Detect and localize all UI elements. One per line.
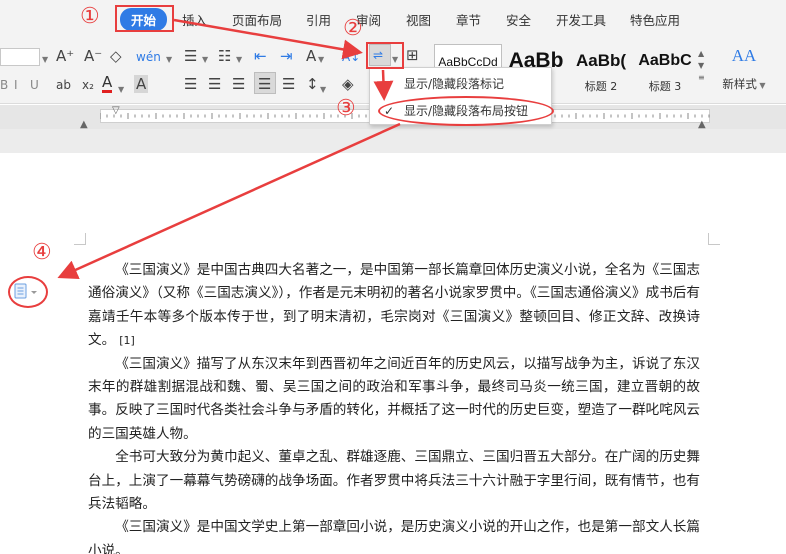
table-border-icon[interactable]: ⊞: [406, 46, 419, 64]
scroll-up-icon[interactable]: ▲: [698, 48, 710, 60]
eraser-icon[interactable]: ◇: [110, 47, 122, 65]
font-color-icon[interactable]: A: [102, 75, 113, 93]
paragraph-1: 《三国演义》是中国古典四大名著之一，是中国第一部长篇章回体历史演义小说，全名为《…: [88, 262, 700, 349]
reference-mark[interactable]: [1]: [119, 334, 135, 347]
tab-view[interactable]: 视图: [406, 10, 431, 29]
strikethrough-icon[interactable]: ab: [56, 76, 71, 94]
tab-chapter[interactable]: 章节: [456, 10, 481, 29]
gallery-more-icon[interactable]: ≡: [698, 72, 710, 84]
paragraph-4: 《三国演义》是中国文学史上第一部章回小说，是历史演义小说的开山之作，也是第一部文…: [88, 519, 700, 554]
text-direction-icon[interactable]: A: [306, 47, 316, 65]
align-left-icon[interactable]: ☰: [184, 75, 197, 93]
margin-corner-top-left: [74, 233, 86, 245]
text-direction-dropdown-icon[interactable]: ▼: [318, 48, 324, 69]
margin-corner-top-right: [708, 233, 720, 245]
bold-icon[interactable]: B: [0, 76, 8, 94]
document-top-gap: [0, 129, 786, 153]
pinyin-icon[interactable]: wén: [136, 48, 161, 66]
decrease-indent-icon[interactable]: ⇤: [254, 47, 267, 65]
increase-indent-icon[interactable]: ⇥: [280, 47, 293, 65]
paragraph-3: 全书可大致分为黄巾起义、董卓之乱、群雄逐鹿、三国鼎立、三国归晋五大部分。在广阔的…: [88, 449, 700, 513]
tab-developer[interactable]: 开发工具: [556, 10, 606, 29]
tab-features[interactable]: 特色应用: [630, 10, 680, 29]
numbered-list-icon[interactable]: ☷: [218, 47, 231, 65]
first-line-indent-marker-icon[interactable]: ▽: [112, 105, 120, 116]
tab-security[interactable]: 安全: [506, 10, 531, 29]
font-color-dropdown-icon[interactable]: ▼: [118, 78, 124, 99]
line-spacing-icon[interactable]: ↕: [306, 75, 319, 93]
annotation-number-2: ②: [343, 16, 363, 41]
justify-icon[interactable]: ☰: [258, 75, 271, 93]
font-size-box[interactable]: [0, 48, 40, 66]
new-style-label: 新样式: [722, 77, 757, 91]
annotation-highlight-layout-button: [8, 276, 48, 308]
char-shading-icon[interactable]: A: [134, 75, 149, 93]
new-style-icon: AA: [731, 46, 757, 65]
tab-insert[interactable]: 插入: [182, 10, 207, 29]
underline-icon[interactable]: U: [30, 76, 39, 94]
style-heading-2[interactable]: AaBb( 标题 2: [570, 44, 632, 100]
tab-references[interactable]: 引用: [306, 10, 331, 29]
pinyin-dropdown-icon[interactable]: ▼: [166, 48, 172, 69]
sort-icon[interactable]: A↕: [342, 48, 360, 66]
subscript-icon[interactable]: x₂: [82, 76, 94, 94]
annotation-number-1: ①: [80, 4, 100, 29]
annotation-number-4: ④: [32, 240, 52, 265]
bullet-list-icon[interactable]: ☰: [184, 47, 197, 65]
document-body[interactable]: 《三国演义》是中国古典四大名著之一，是中国第一部长篇章回体历史演义小说，全名为《…: [88, 259, 700, 554]
menu-item-show-paragraph-marks[interactable]: 显示/隐藏段落标记: [370, 72, 551, 96]
align-center-icon[interactable]: ☰: [208, 75, 221, 93]
distributed-align-icon[interactable]: ☰: [282, 75, 295, 93]
numbered-list-dropdown-icon[interactable]: ▼: [236, 48, 242, 69]
font-shrink-icon[interactable]: A⁻: [84, 47, 102, 65]
font-grow-icon[interactable]: A⁺: [56, 47, 74, 65]
annotation-highlight-paragraph-mark: [366, 42, 404, 69]
paragraph-2: 《三国演义》描写了从东汉末年到西晋初年之间近百年的历史风云，以描写战争为主，诉说…: [88, 355, 700, 442]
scroll-down-icon[interactable]: ▼: [698, 60, 710, 72]
font-size-dropdown-icon[interactable]: ▼: [42, 48, 48, 69]
tab-page-layout[interactable]: 页面布局: [232, 10, 282, 29]
align-right-icon[interactable]: ☰: [232, 75, 245, 93]
italic-icon[interactable]: I: [14, 76, 18, 94]
annotation-highlight-home-tab: [115, 5, 174, 32]
new-style-button[interactable]: AA 新样式 ▼: [716, 46, 772, 92]
annotation-number-3: ③: [336, 96, 356, 121]
annotation-highlight-menu-item: [378, 96, 554, 126]
line-spacing-dropdown-icon[interactable]: ▼: [320, 78, 326, 99]
style-gallery-scroll[interactable]: ▲ ▼ ≡: [698, 48, 710, 84]
bullet-list-dropdown-icon[interactable]: ▼: [202, 48, 208, 69]
style-heading-3[interactable]: AaBbC 标题 3: [634, 44, 696, 100]
shading-fill-icon[interactable]: ◈: [342, 75, 354, 93]
